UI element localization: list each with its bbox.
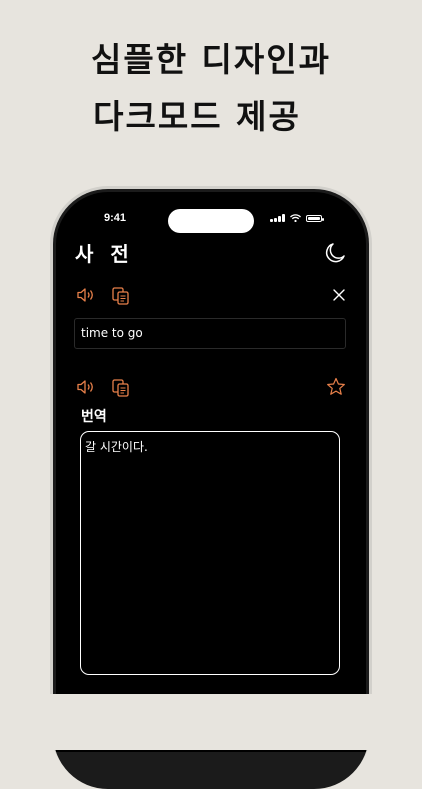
signal-icon xyxy=(270,214,285,222)
page-bottom xyxy=(0,694,422,750)
speaker-icon[interactable] xyxy=(75,376,97,398)
battery-icon xyxy=(305,215,324,222)
status-icons xyxy=(270,214,324,222)
wifi-icon xyxy=(289,214,301,222)
status-time: 9:41 xyxy=(104,212,127,224)
translation-output[interactable]: 갈 시간이다. xyxy=(80,431,340,675)
source-text-input[interactable]: time to go xyxy=(74,318,346,349)
translation-label: 번역 xyxy=(81,409,107,425)
page-title: 사 전 xyxy=(75,242,134,266)
promo-headline-2: 다크모드 제공 xyxy=(93,97,301,136)
copy-icon[interactable] xyxy=(110,285,132,307)
speaker-icon[interactable] xyxy=(75,284,97,306)
moon-icon[interactable] xyxy=(322,240,348,266)
close-icon[interactable] xyxy=(328,284,350,306)
star-icon[interactable] xyxy=(325,376,347,398)
dynamic-island xyxy=(168,209,254,233)
copy-icon[interactable] xyxy=(110,377,132,399)
promo-headline-1: 심플한 디자인과 xyxy=(90,40,331,79)
phone-screen: 9:41 사 전 time to go 번역 갈 시간이다. xyxy=(56,192,366,752)
